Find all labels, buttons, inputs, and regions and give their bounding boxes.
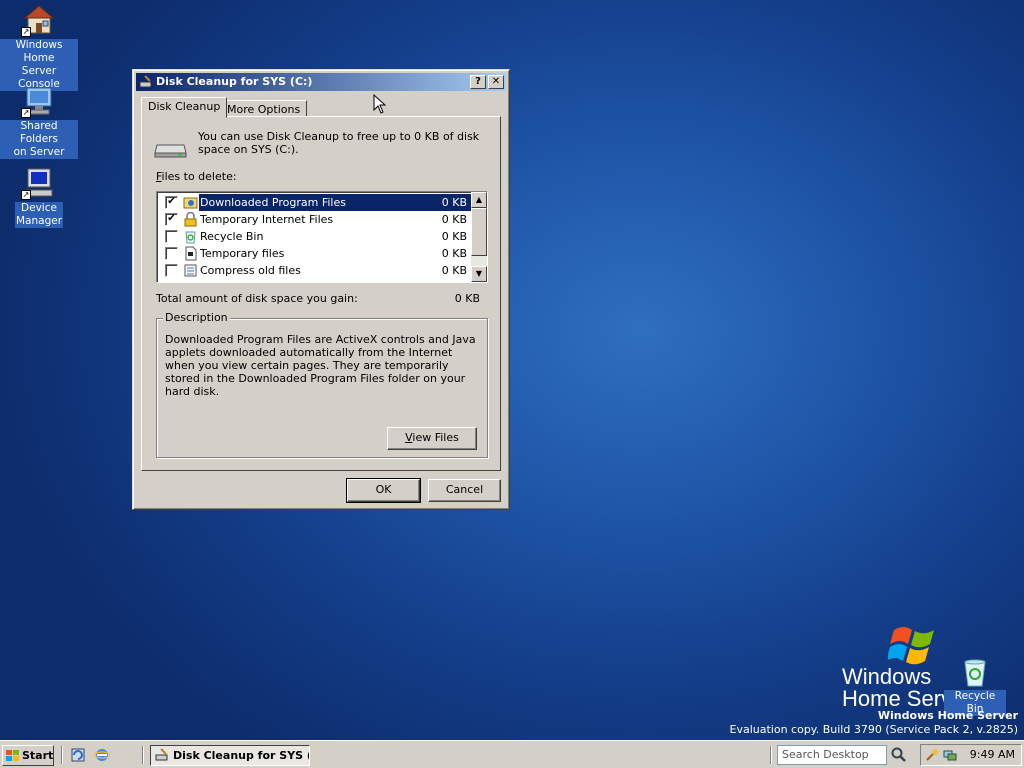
ok-button[interactable]: OK (346, 478, 421, 503)
scroll-down-icon[interactable]: ▼ (471, 266, 487, 282)
internet-explorer-icon[interactable] (93, 747, 111, 763)
files-to-delete-label: Files to delete: (156, 170, 237, 183)
icon-label: Shared Folders on Server (0, 120, 78, 159)
taskbar-separator (770, 746, 772, 764)
list-item[interactable]: Compress old files 0 KB (159, 262, 471, 279)
disk-cleanup-panel: You can use Disk Cleanup to free up to 0… (141, 116, 501, 471)
start-button[interactable]: Start (2, 745, 54, 766)
description-legend: Description (163, 311, 230, 324)
computer-icon: ↗ (21, 166, 57, 200)
windows-flag-icon (6, 749, 19, 761)
tab-disk-cleanup[interactable]: Disk Cleanup (141, 97, 228, 118)
icon-label: Device Manager (14, 202, 64, 228)
downloaded-program-files-icon (183, 195, 198, 210)
list-item[interactable]: ✔ Downloaded Program Files 0 KB (159, 194, 471, 211)
tray-network-icon[interactable] (943, 748, 957, 762)
total-value: 0 KB (454, 292, 480, 305)
total-label: Total amount of disk space you gain: (156, 292, 358, 305)
dialog-title: Disk Cleanup for SYS (C:) (156, 75, 313, 88)
checkbox[interactable] (165, 247, 178, 260)
checkbox[interactable] (165, 230, 178, 243)
shortcut-arrow-icon: ↗ (21, 27, 31, 37)
tray-tools-icon[interactable] (925, 748, 939, 762)
intro-text: You can use Disk Cleanup to free up to 0… (198, 130, 480, 156)
files-list-scrollbar[interactable]: ▲ ▼ (471, 192, 487, 282)
taskbar-item-disk-cleanup[interactable]: Disk Cleanup for SYS (... (150, 745, 310, 766)
desktop-icon-shared-folders[interactable]: ↗ Shared Folders on Server (0, 84, 78, 159)
description-group: Description Downloaded Program Files are… (156, 311, 488, 458)
compress-icon (183, 263, 198, 278)
scroll-up-icon[interactable]: ▲ (471, 192, 487, 208)
files-list[interactable]: ✔ Downloaded Program Files 0 KB ✔ Tempor… (156, 191, 488, 283)
checkbox[interactable]: ✔ (165, 196, 178, 209)
cancel-button[interactable]: Cancel (428, 479, 501, 502)
taskbar-separator (61, 746, 63, 764)
house-icon: ↗ (21, 3, 57, 37)
disk-cleanup-icon (155, 748, 169, 762)
desktop-icon-home-server-console[interactable]: ↗ Windows Home Server Console (0, 3, 78, 91)
search-icon[interactable] (890, 746, 908, 764)
taskbar-separator (142, 746, 144, 764)
checkbox[interactable] (165, 264, 178, 277)
lock-icon (183, 211, 198, 227)
hard-drive-icon (154, 137, 188, 159)
view-files-button[interactable]: View Files (387, 427, 477, 450)
tab-more-options[interactable]: More Options (220, 100, 308, 117)
description-text: Downloaded Program Files are ActiveX con… (165, 333, 476, 398)
search-desktop-input[interactable]: Search Desktop (777, 745, 887, 765)
close-button[interactable]: ✕ (488, 75, 504, 89)
checkbox[interactable]: ✔ (165, 213, 178, 226)
recycle-bin-icon (183, 229, 198, 244)
mouse-cursor-icon (373, 93, 387, 114)
dialog-titlebar[interactable]: Disk Cleanup for SYS (C:) ? ✕ (136, 73, 506, 91)
desktop-icon-device-manager[interactable]: ↗ Device Manager (0, 166, 78, 228)
windows-logo-icon (886, 622, 940, 668)
file-icon (183, 246, 198, 261)
system-tray: 9:49 AM (920, 744, 1022, 766)
list-item[interactable]: Recycle Bin 0 KB (159, 228, 471, 245)
desktop-icon-recycle-bin[interactable]: Recycle Bin (944, 656, 1006, 716)
taskbar: Start Disk Cleanup for SYS (... Search D… (0, 740, 1024, 768)
help-button[interactable]: ? (470, 75, 486, 89)
brand-product-name: Windows Home Server (877, 709, 1018, 722)
quick-launch-console-icon[interactable] (70, 747, 86, 763)
disk-cleanup-dialog: Disk Cleanup for SYS (C:) ? ✕ Disk Clean… (132, 69, 510, 510)
list-item[interactable]: ✔ Temporary Internet Files 0 KB (159, 211, 471, 228)
clock[interactable]: 9:49 AM (970, 748, 1015, 761)
start-label: Start (22, 749, 54, 762)
network-folder-icon: ↗ (21, 84, 57, 118)
list-item[interactable]: Temporary files 0 KB (159, 245, 471, 262)
disk-cleanup-icon (139, 75, 153, 89)
scrollbar-thumb[interactable] (471, 208, 487, 256)
brand-build-info: Evaluation copy. Build 3790 (Service Pac… (729, 723, 1019, 736)
shortcut-arrow-icon: ↗ (21, 190, 31, 200)
recycle-bin-icon (960, 656, 990, 688)
shortcut-arrow-icon: ↗ (21, 108, 31, 118)
